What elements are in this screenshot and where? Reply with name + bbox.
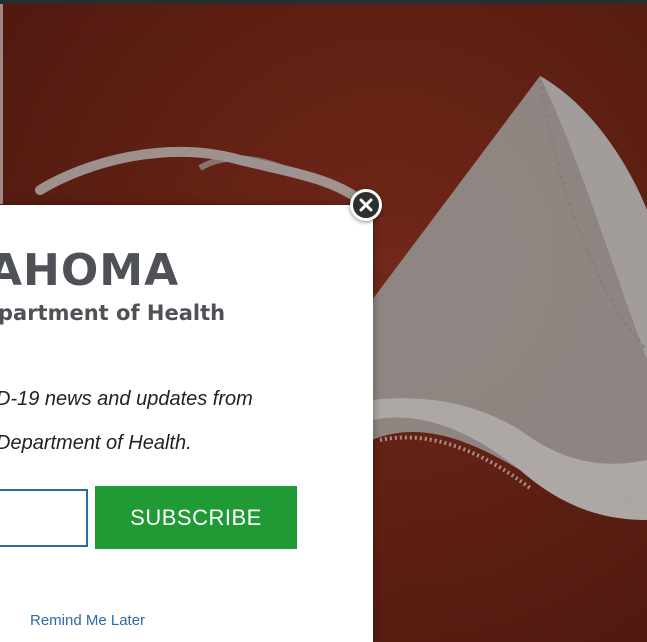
intro-line: Department of Health. [0,432,192,454]
page: AHOMA partment of Health D-19 news and u… [0,0,647,642]
logo-title: AHOMA [0,245,180,296]
intro-line: D-19 news and updates from [0,388,253,410]
close-button[interactable] [350,189,382,221]
logo-subtitle: partment of Health [0,301,226,325]
subscribe-button[interactable]: SUBSCRIBE [95,486,297,549]
intro-text: D-19 news and updates from Department of… [0,377,366,465]
email-input[interactable] [0,489,88,547]
subscribe-modal: AHOMA partment of Health D-19 news and u… [0,205,373,642]
close-icon [359,198,373,212]
remind-me-later-link[interactable]: Remind Me Later [30,612,145,629]
